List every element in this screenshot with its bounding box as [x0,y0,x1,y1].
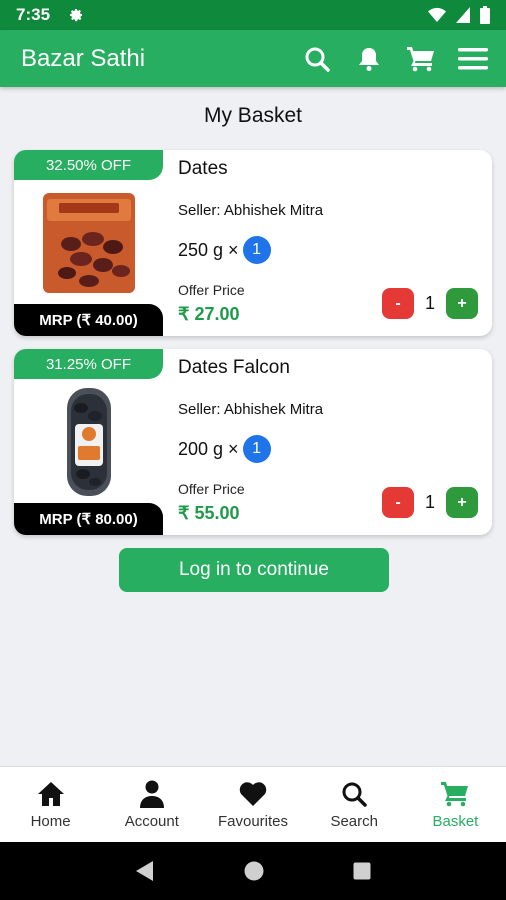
search-icon[interactable] [302,44,332,74]
nav-account[interactable]: Account [101,767,202,842]
offer-price: ₹ 27.00 [178,304,240,324]
page-title: My Basket [203,104,303,127]
nav-label: Account [124,813,179,830]
login-to-continue-button[interactable]: Log in to continue [119,548,389,592]
decrease-quantity-button[interactable]: - [382,487,414,518]
status-time: 7:35 [16,5,51,24]
increase-quantity-button[interactable]: + [446,487,478,518]
basket-item-card: 31.25% OFF MRP (₹ 80.00) Dates Falcon Se… [14,349,492,535]
product-name[interactable]: Dates [178,158,228,180]
seller-name: Seller: Abhishek Mitra [178,401,324,418]
system-navigation-bar [0,842,506,900]
recents-icon[interactable] [353,862,371,880]
notification-bell-icon[interactable] [354,44,384,74]
nav-label: Search [330,813,378,830]
pack-count-badge: 1 [242,435,271,463]
offer-price: ₹ 55.00 [178,503,240,523]
back-icon[interactable] [135,860,155,882]
nav-label: Basket [432,813,479,830]
increase-quantity-button[interactable]: + [446,288,478,319]
quantity-value: 1 [424,492,435,512]
account-icon [139,779,164,809]
home-icon [37,779,65,809]
nav-search[interactable]: Search [304,767,405,842]
offer-price-label: Offer Price [178,481,245,497]
wifi-icon [428,7,446,22]
cart-icon[interactable] [406,44,436,74]
signal-icon [456,7,470,23]
search-icon [341,779,367,809]
app-bar: Bazar Sathi [0,30,506,87]
settings-gear-icon [70,9,83,22]
nav-label: Favourites [217,813,289,830]
quantity-stepper: - 1 + [382,288,478,319]
discount-badge: 32.50% OFF [14,150,163,180]
nav-favourites[interactable]: Favourites [202,767,303,842]
mrp-badge: MRP (₹ 40.00) [14,304,163,336]
basket-item-card: 32.50% OFF MRP (₹ 40.00) Dates Seller: A… [14,150,492,336]
hamburger-menu-icon[interactable] [458,44,488,74]
nav-home[interactable]: Home [0,767,101,842]
bottom-navigation: Home Account Favourites Search Basket [0,766,506,842]
offer-price-label: Offer Price [178,282,245,298]
home-circle-icon[interactable] [244,861,264,881]
seller-name: Seller: Abhishek Mitra [178,202,324,219]
discount-badge: 31.25% OFF [14,349,163,379]
product-weight: 200 g × [178,438,239,459]
app-title: Bazar Sathi [21,44,146,72]
decrease-quantity-button[interactable]: - [382,288,414,319]
nav-label: Home [30,813,71,830]
heart-icon [239,779,267,809]
mrp-badge: MRP (₹ 80.00) [14,503,163,535]
product-weight: 250 g × [178,239,239,260]
product-image[interactable] [24,383,154,501]
quantity-stepper: - 1 + [382,487,478,518]
pack-count-badge: 1 [242,236,271,264]
quantity-value: 1 [424,293,435,313]
cart-icon [441,779,469,809]
product-image[interactable] [24,184,154,302]
product-name[interactable]: Dates Falcon [178,357,290,379]
status-bar: 7:35 [0,0,506,30]
battery-icon [480,6,490,24]
nav-basket[interactable]: Basket [405,767,506,842]
